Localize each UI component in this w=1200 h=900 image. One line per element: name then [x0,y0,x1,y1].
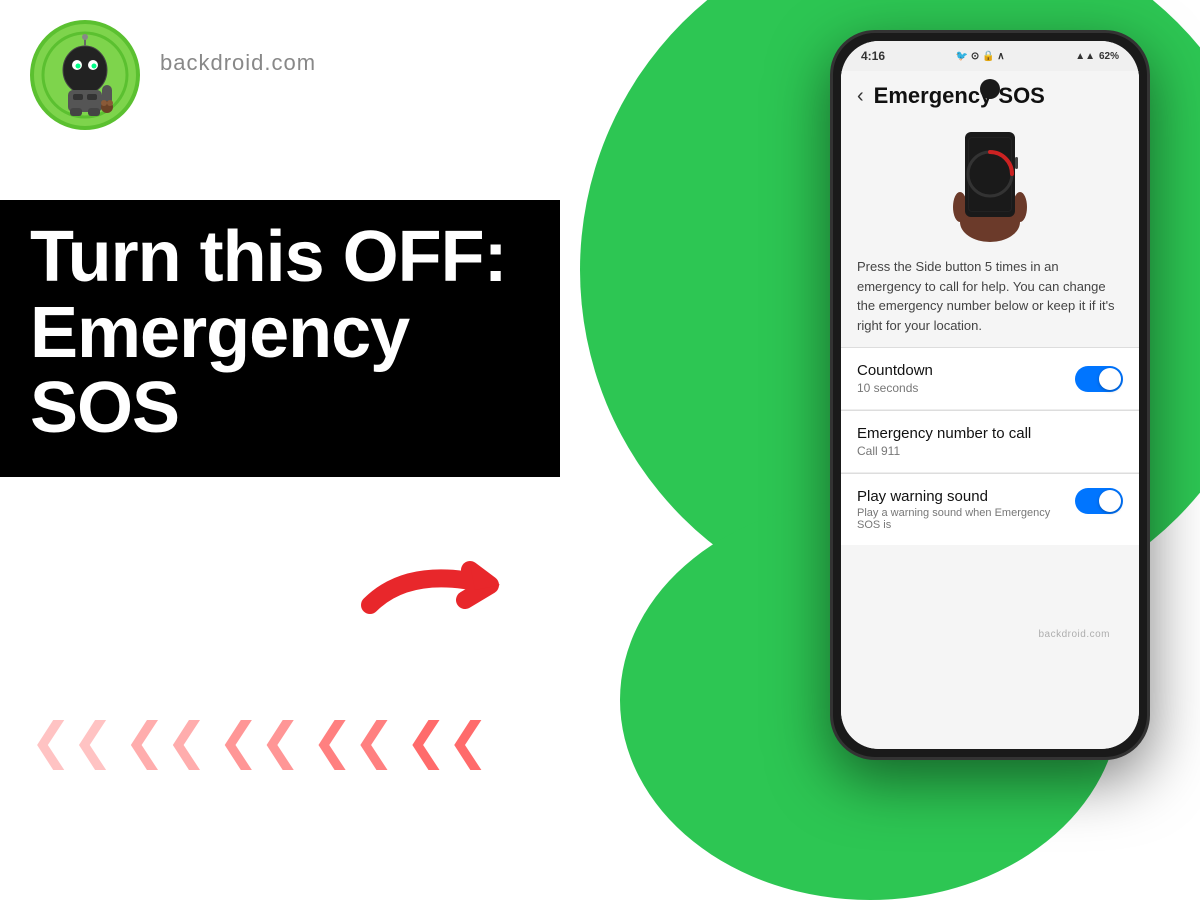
robot-svg [40,30,130,120]
back-button[interactable]: ‹ [857,85,864,108]
countdown-sublabel: 10 seconds [857,381,933,395]
status-time: 4:16 [861,49,885,63]
battery-pct: 62% [1099,51,1119,62]
arrow-container [350,535,550,640]
logo-circle [30,20,140,130]
chevron-5: ❮❮ [405,712,489,770]
hand-phone-illustration [940,127,1040,242]
chevron-1: ❮❮ [30,712,114,770]
countdown-label: Countdown [857,362,933,379]
signal-bars: ▲▲ [1075,51,1095,62]
chevron-2: ❮❮ [124,712,208,770]
main-title-line2: Emergency [30,296,530,372]
countdown-toggle[interactable] [1075,366,1123,392]
phone-mockup: 4:16 🐦 ⊙ 🔒 ∧ ▲▲ 62% ‹ Emergency SOS [830,30,1150,760]
screen-content: ‹ Emergency SOS [841,71,1139,749]
main-title-line1: Turn this OFF: [30,220,530,296]
description-text: Press the Side button 5 times in an emer… [841,257,1139,347]
status-icons: 🐦 ⊙ 🔒 ∧ [956,51,1005,62]
emergency-number-row[interactable]: Emergency number to call Call 911 [841,411,1139,473]
countdown-setting-row[interactable]: Countdown 10 seconds [841,348,1139,410]
warning-sound-row[interactable]: Play warning sound Play a warning sound … [841,474,1139,545]
screen-title: Emergency SOS [874,83,1045,109]
status-bar: 4:16 🐦 ⊙ 🔒 ∧ ▲▲ 62% [841,41,1139,71]
phone-screen: 4:16 🐦 ⊙ 🔒 ∧ ▲▲ 62% ‹ Emergency SOS [841,41,1139,749]
watermark: backdroid.com [1038,629,1110,640]
warning-sound-toggle[interactable] [1075,488,1123,514]
logo-area [30,20,140,130]
status-battery: ▲▲ 62% [1075,51,1119,62]
warning-sound-label: Play warning sound [857,488,1065,505]
countdown-setting-text: Countdown 10 seconds [857,362,933,395]
camera-notch [980,79,1000,99]
chevron-3: ❮❮ [218,712,302,770]
chevrons-container: ❮❮ ❮❮ ❮❮ ❮❮ ❮❮ [30,712,489,770]
arrow-svg [350,535,550,635]
main-title-line3: SOS [30,371,530,447]
emergency-number-sublabel: Call 911 [857,444,1123,458]
chevron-4: ❮❮ [311,712,395,770]
warning-sound-sublabel: Play a warning sound when Emergency SOS … [857,507,1065,531]
warning-sound-text: Play warning sound Play a warning sound … [857,488,1075,531]
emergency-number-label: Emergency number to call [857,425,1123,442]
main-text-box: Turn this OFF: Emergency SOS [0,200,560,477]
site-name: backdroid.com [160,50,316,76]
phone-illustration [841,117,1139,257]
